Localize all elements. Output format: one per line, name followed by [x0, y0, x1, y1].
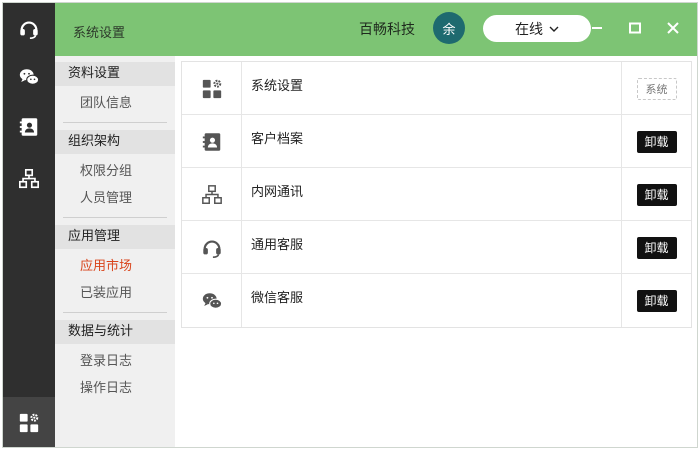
maximize-button[interactable] [623, 16, 647, 40]
app-name: 通用客服 [251, 238, 304, 253]
menu-group-org: 组织架构 [55, 130, 175, 154]
minimize-icon [592, 27, 602, 29]
table-row: 通用客服 卸载 [182, 221, 691, 274]
menu-item-operation-log[interactable]: 操作日志 [55, 377, 175, 401]
menu-divider [63, 312, 167, 313]
menu-group-apps: 应用管理 [55, 225, 175, 249]
table-row: 系统设置 系统 [182, 62, 691, 115]
rail-item-customer-service[interactable] [3, 3, 55, 55]
headset-icon [20, 21, 38, 39]
menu-item-permission-groups[interactable]: 权限分组 [55, 160, 175, 184]
rail-item-contacts[interactable] [3, 101, 55, 153]
app-name: 客户档案 [251, 132, 304, 147]
org-chart-icon [201, 184, 222, 204]
menu-item-team-info[interactable]: 团队信息 [55, 92, 175, 116]
menu-item-login-log[interactable]: 登录日志 [55, 350, 175, 374]
contact-card-icon [202, 132, 220, 151]
menu-divider [63, 217, 167, 218]
status-label: 在线 [515, 21, 543, 38]
status-dropdown[interactable]: 在线 [483, 15, 591, 42]
settings-menu: 资料设置 团队信息 组织架构 权限分组 人员管理 应用管理 应用市场 已装应用 … [55, 56, 175, 447]
table-row: 内网通讯 卸载 [182, 168, 691, 221]
rail-item-wechat[interactable] [3, 51, 55, 103]
uninstall-button[interactable]: 卸载 [636, 236, 677, 259]
uninstall-button[interactable]: 卸载 [636, 289, 677, 312]
app-window: 系统设置 百畅科技 余 在线 资料设置 团队信息 组织架构 权限分组 人员管理 … [2, 2, 698, 448]
rail-item-app-settings[interactable] [3, 397, 55, 447]
org-chart-icon [19, 169, 39, 189]
app-name: 内网通讯 [251, 185, 304, 200]
minimize-button[interactable] [585, 16, 609, 40]
maximize-icon [629, 22, 641, 34]
headset-icon [202, 240, 221, 258]
menu-divider [63, 122, 167, 123]
menu-item-staff[interactable]: 人员管理 [55, 187, 175, 211]
system-tag: 系统 [636, 77, 677, 100]
menu-group-profile: 资料设置 [55, 62, 175, 86]
uninstall-button[interactable]: 卸载 [636, 130, 677, 153]
table-row: 客户档案 卸载 [182, 115, 691, 168]
wechat-icon [202, 292, 222, 309]
uninstall-button[interactable]: 卸载 [636, 183, 677, 206]
app-list-panel: 系统设置 系统 客户档案 卸载 内网通讯 卸载 通用客服 卸载 微信客服 卸载 [175, 56, 697, 447]
menu-item-app-market[interactable]: 应用市场 [55, 255, 175, 279]
menu-item-installed-apps[interactable]: 已装应用 [55, 282, 175, 306]
app-name: 系统设置 [251, 79, 304, 94]
chevron-down-icon [549, 26, 559, 32]
avatar[interactable]: 余 [433, 12, 465, 44]
company-name: 百畅科技 [359, 22, 415, 38]
rail-item-network[interactable] [3, 153, 55, 205]
wechat-icon [19, 69, 40, 85]
apps-settings-icon [202, 79, 221, 98]
title-bar: 系统设置 百畅科技 余 在线 [55, 3, 697, 56]
close-icon [667, 22, 679, 34]
apps-settings-icon [19, 413, 39, 433]
table-row: 微信客服 卸载 [182, 274, 691, 327]
app-name: 微信客服 [251, 291, 304, 306]
contact-card-icon [19, 118, 38, 136]
window-title: 系统设置 [73, 26, 126, 41]
left-rail [3, 3, 55, 447]
app-table: 系统设置 系统 客户档案 卸载 内网通讯 卸载 通用客服 卸载 微信客服 卸载 [181, 61, 692, 328]
menu-group-stats: 数据与统计 [55, 320, 175, 344]
close-button[interactable] [661, 16, 685, 40]
